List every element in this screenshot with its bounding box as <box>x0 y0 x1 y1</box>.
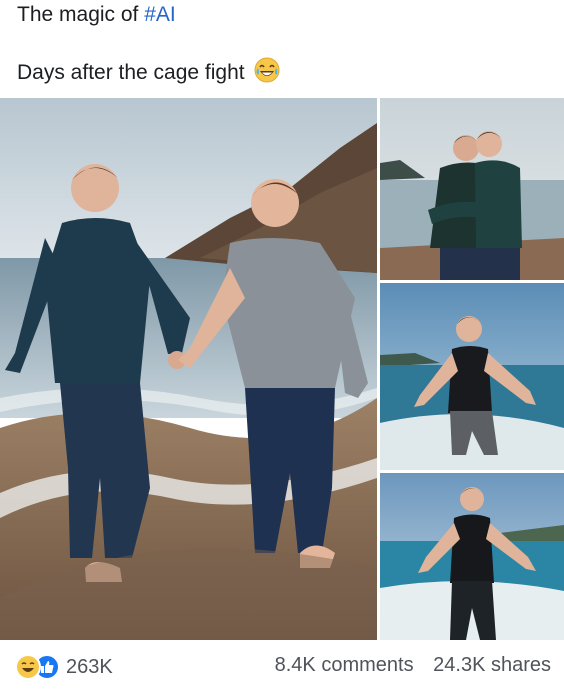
shares-link[interactable]: 24.3K shares <box>433 654 551 676</box>
photo-gallery <box>0 98 564 640</box>
comments-link[interactable]: 8.4K comments <box>275 654 414 676</box>
post-text-prefix: The magic of <box>17 3 145 26</box>
hashtag-link[interactable]: #AI <box>144 3 176 26</box>
reaction-count: 263K <box>66 655 113 678</box>
post-footer: 263K 8.4K comments 24.3K shares <box>0 640 564 692</box>
laughing-crying-emoji-icon <box>254 57 280 90</box>
runner-photo-2[interactable] <box>380 473 564 640</box>
engagement-stats: 8.4K comments 24.3K shares <box>261 654 551 677</box>
main-beach-walk-photo[interactable] <box>0 98 377 640</box>
post-text-line-1: The magic of #AI <box>17 2 176 28</box>
haha-icon <box>15 654 41 680</box>
post-caption: Days after the cage fight <box>17 61 245 84</box>
reactions-summary[interactable]: 263K <box>15 654 113 680</box>
runner-photo-1[interactable] <box>380 283 564 470</box>
post-text-line-2: Days after the cage fight <box>17 57 280 90</box>
hug-photo[interactable] <box>380 98 564 280</box>
